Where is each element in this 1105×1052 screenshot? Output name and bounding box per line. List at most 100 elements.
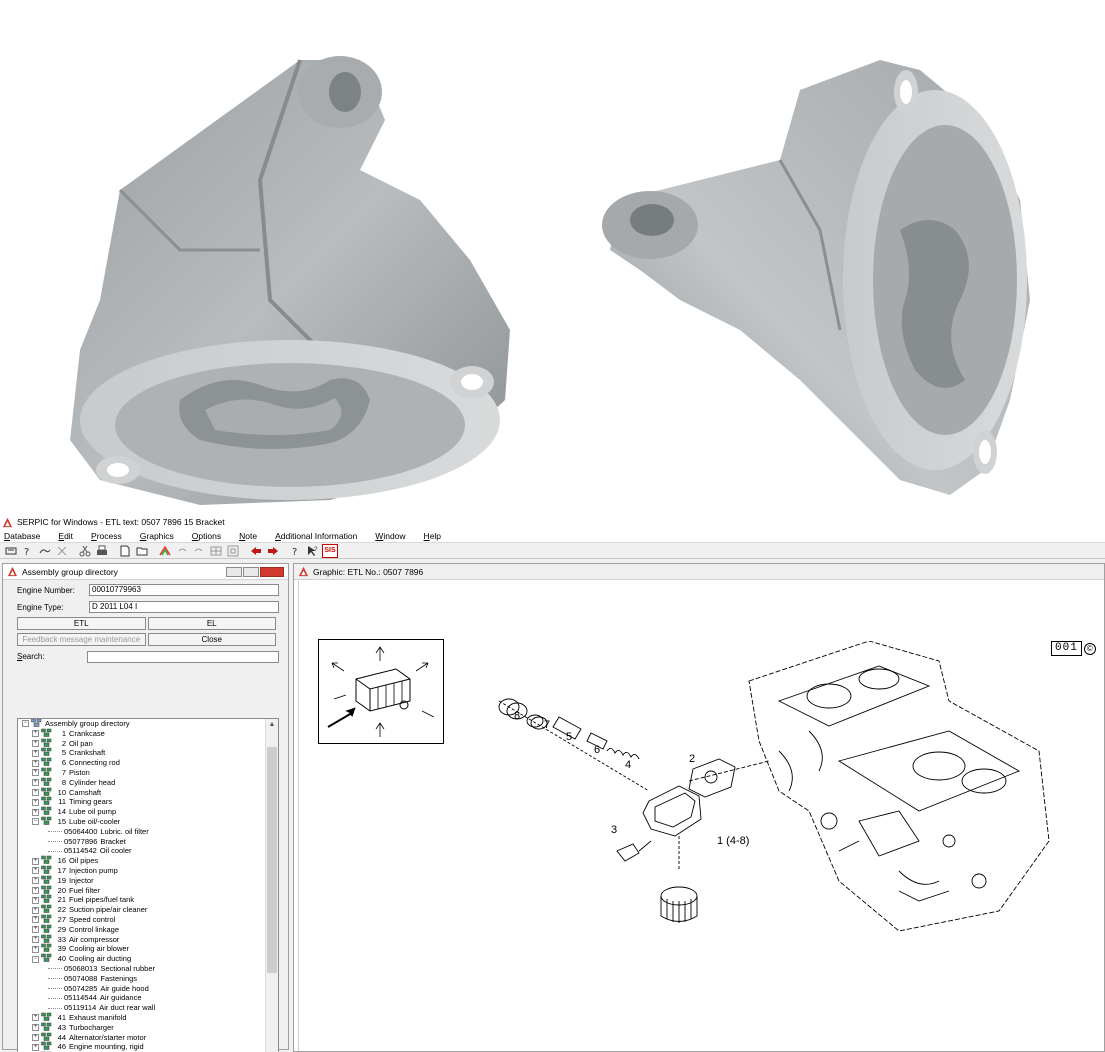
expand-icon[interactable]: +: [32, 877, 39, 885]
menu-item-graphics[interactable]: Graphics: [140, 531, 183, 541]
expand-icon[interactable]: +: [32, 1024, 39, 1032]
tree-group-item[interactable]: +10 Camshaft: [18, 787, 266, 798]
expand-icon[interactable]: +: [32, 730, 39, 738]
el-button[interactable]: EL: [147, 617, 276, 630]
expand-icon[interactable]: +: [32, 808, 39, 816]
tree-group-item[interactable]: +17 Injection pump: [18, 865, 266, 876]
tree-group-item[interactable]: +22 Suction pipe/air cleaner: [18, 904, 266, 915]
tree-part-item[interactable]: 05077896 Bracket: [18, 837, 266, 847]
collapse-icon[interactable]: −: [22, 720, 29, 728]
menu-item-note[interactable]: Note: [239, 531, 266, 541]
new-document-icon[interactable]: [117, 544, 132, 558]
tree-group-item[interactable]: +16 Oil pipes: [18, 855, 266, 866]
tree-group-item[interactable]: +43 Turbocharger: [18, 1022, 266, 1033]
tree-group-item[interactable]: +39 Cooling air blower: [18, 944, 266, 954]
minimize-icon[interactable]: [226, 566, 242, 577]
tree-part-item[interactable]: 05119114 Air duct rear wall: [18, 1003, 266, 1013]
arrow-left-icon[interactable]: [248, 544, 263, 558]
scroll-up-icon[interactable]: ▲: [266, 719, 278, 731]
print-icon[interactable]: [94, 544, 109, 558]
expand-icon[interactable]: +: [32, 1043, 39, 1051]
expand-icon[interactable]: +: [32, 1033, 39, 1041]
tree-group-item[interactable]: +20 Fuel filter: [18, 885, 266, 896]
color-icon[interactable]: [157, 544, 172, 558]
expand-icon[interactable]: +: [32, 769, 39, 777]
arrow-right-icon[interactable]: [265, 544, 280, 558]
tree-group-item[interactable]: +5 Crankshaft: [18, 748, 266, 758]
tree-group-item[interactable]: +21 Fuel pipes/fuel tank: [18, 895, 266, 905]
tree-group-item[interactable]: +29 Control linkage: [18, 924, 266, 935]
delete-icon[interactable]: [54, 544, 69, 558]
tree-group-item[interactable]: +8 Cylinder head: [18, 777, 266, 788]
tree-part-item[interactable]: 05064400 Lubric. oil filter: [18, 827, 266, 837]
cut-icon[interactable]: [77, 544, 92, 558]
expand-icon[interactable]: +: [32, 906, 39, 914]
expand-icon[interactable]: +: [32, 739, 39, 747]
collapse-icon[interactable]: −: [32, 955, 39, 963]
tree-scrollbar[interactable]: ▲ ▼: [265, 719, 278, 1052]
tree-group-item[interactable]: +2 Oil pan: [18, 738, 266, 749]
help-icon[interactable]: ?: [288, 544, 303, 558]
expand-icon[interactable]: +: [32, 867, 39, 875]
tree-group-item[interactable]: +11 Timing gears: [18, 797, 266, 807]
context-help-icon[interactable]: ?: [305, 544, 320, 558]
tree-group-item[interactable]: +41 Exhaust manifold: [18, 1012, 266, 1023]
expand-icon[interactable]: +: [32, 749, 39, 757]
tree-root[interactable]: − Assembly group directory: [18, 719, 266, 729]
tree-part-item[interactable]: 05114542 Oil cooler: [18, 846, 266, 856]
collapse-icon[interactable]: −: [32, 818, 39, 826]
menu-item-process[interactable]: Process: [91, 531, 131, 541]
tree-part-item[interactable]: 05114544 Air guidance: [18, 993, 266, 1003]
menu-item-database[interactable]: Database: [4, 531, 49, 541]
tree-part-item[interactable]: 05074088 Fastenings: [18, 974, 266, 984]
expand-icon[interactable]: +: [32, 779, 39, 787]
link-icon[interactable]: [37, 544, 52, 558]
menu-item-options[interactable]: Options: [192, 531, 230, 541]
search-input[interactable]: [87, 650, 279, 663]
group-number: 21: [57, 895, 66, 905]
menu-item-window[interactable]: Window: [375, 531, 414, 541]
frame-icon[interactable]: [225, 544, 240, 558]
tree-group-item[interactable]: +27 Speed control: [18, 914, 266, 925]
expand-icon[interactable]: +: [32, 926, 39, 934]
tree-group-item[interactable]: +46 Engine mounting, rigid: [18, 1042, 266, 1052]
tree-group-item[interactable]: − 40 Cooling air ducting: [18, 953, 266, 964]
tree-group-item[interactable]: +7 Piston: [18, 767, 266, 778]
maximize-icon[interactable]: [243, 566, 259, 577]
assembly-tree-view[interactable]: − Assembly group directory +1 Crankcase +2 Oi…: [17, 718, 279, 1052]
menu-item-edit[interactable]: Edit: [58, 531, 82, 541]
menu-item-help[interactable]: Help: [424, 531, 450, 541]
grid-icon[interactable]: [208, 544, 223, 558]
tree-group-item[interactable]: +44 Alternator/starter motor: [18, 1032, 266, 1043]
expand-icon[interactable]: +: [32, 896, 39, 904]
tree-part-item[interactable]: 05068013 Sectional rubber: [18, 964, 266, 974]
feedback-message-button[interactable]: Feedback message maintenance: [17, 633, 146, 646]
tree-group-item[interactable]: +33 Air compressor: [18, 934, 266, 945]
query-icon[interactable]: ?: [20, 544, 35, 558]
expand-icon[interactable]: +: [32, 798, 39, 806]
close-button[interactable]: Close: [147, 633, 276, 646]
menu-item-additional-information[interactable]: Additional Information: [275, 531, 366, 541]
tree-group-item[interactable]: +14 Lube oil pump: [18, 806, 266, 817]
tree-part-item[interactable]: 05074285 Air guide hood: [18, 984, 266, 994]
tree-group-item[interactable]: − 15 Lube oil/-cooler: [18, 816, 266, 827]
undo-icon[interactable]: [174, 544, 189, 558]
expand-icon[interactable]: +: [32, 759, 39, 767]
expand-icon[interactable]: +: [32, 916, 39, 924]
tree-group-item[interactable]: +19 Injector: [18, 875, 266, 886]
expand-icon[interactable]: +: [32, 935, 39, 943]
sis-button[interactable]: SIS: [322, 543, 338, 558]
close-icon[interactable]: [260, 566, 284, 577]
expand-icon[interactable]: +: [32, 788, 39, 796]
expand-icon[interactable]: +: [32, 886, 39, 894]
redo-icon[interactable]: [191, 544, 206, 558]
expand-icon[interactable]: +: [32, 945, 39, 953]
etl-button[interactable]: ETL: [17, 617, 146, 630]
scroll-thumb[interactable]: [267, 747, 277, 973]
tree-group-item[interactable]: +6 Connecting rod: [18, 757, 266, 768]
expand-icon[interactable]: +: [32, 857, 39, 865]
tree-group-item[interactable]: +1 Crankcase: [18, 728, 266, 739]
database-icon[interactable]: [3, 544, 18, 558]
expand-icon[interactable]: +: [32, 1014, 39, 1022]
open-folder-icon[interactable]: [134, 544, 149, 558]
